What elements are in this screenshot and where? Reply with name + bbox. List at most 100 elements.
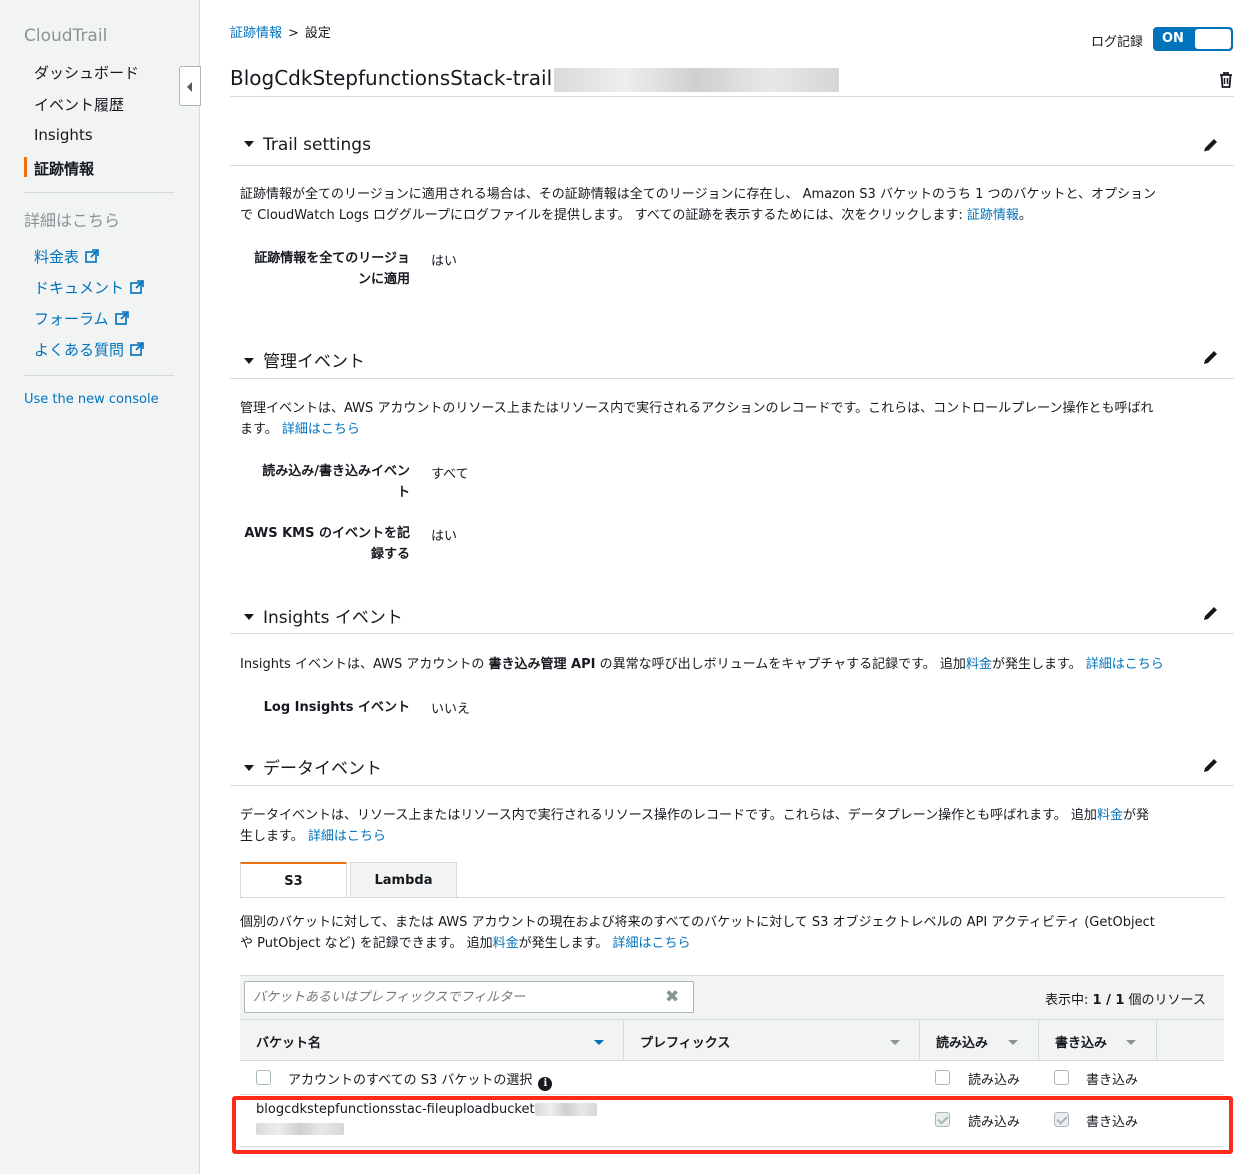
- tab-lambda[interactable]: Lambda: [350, 862, 457, 897]
- section-title: Insights イベント: [263, 608, 403, 628]
- key-text: 読み込み/書き込みイベン: [262, 464, 410, 479]
- sidebar-divider: [24, 375, 174, 376]
- column-header-prefix[interactable]: プレフィックス: [640, 1032, 730, 1051]
- section-management-header[interactable]: 管理イベント: [244, 347, 365, 372]
- section-insights-header[interactable]: Insights イベント: [244, 603, 403, 628]
- sidebar-item-dashboard[interactable]: ダッシュボード: [34, 62, 139, 83]
- key-text: AWS KMS のイベントを記: [244, 526, 410, 541]
- pricing-link[interactable]: 料金: [966, 657, 992, 672]
- data-events-description: データイベントは、リソース上またはリソース内で実行されるリソース操作のレコードで…: [240, 805, 1225, 847]
- sidebar-collapse-button[interactable]: [179, 66, 201, 106]
- showing-count: 表示中: 1 / 1 個のリソース: [1045, 989, 1206, 1008]
- section-divider: [230, 378, 1234, 379]
- sidebar-link-faq[interactable]: よくある質問: [34, 339, 144, 360]
- logging-toggle[interactable]: ON: [1153, 27, 1233, 51]
- sidebar-link-docs[interactable]: ドキュメント: [34, 277, 144, 298]
- select-all-buckets-checkbox[interactable]: [256, 1070, 271, 1085]
- sidebar-item-trails[interactable]: 証跡情報: [34, 158, 94, 179]
- section-divider: [230, 633, 1234, 634]
- column-header-read[interactable]: 読み込み: [936, 1032, 988, 1051]
- pricing-link[interactable]: 料金: [493, 936, 519, 951]
- sidebar-item-insights[interactable]: Insights: [34, 126, 93, 144]
- sidebar-link-label: ドキュメント: [34, 279, 125, 297]
- delete-trash-icon[interactable]: [1218, 71, 1234, 92]
- edit-pencil-icon[interactable]: [1202, 349, 1219, 370]
- column-separator: [919, 1019, 920, 1061]
- tab-divider: [240, 897, 1225, 898]
- row-divider: [240, 1094, 1224, 1095]
- desc-bold-text: 書き込み管理 API: [488, 657, 596, 672]
- external-link-icon: [130, 280, 144, 298]
- toggle-knob: [1195, 29, 1231, 49]
- active-indicator: [24, 157, 27, 177]
- external-link-icon: [114, 311, 129, 329]
- bucket-filter-input[interactable]: [251, 987, 651, 1007]
- caret-down-icon: [244, 358, 254, 364]
- desc-text: 個別のバケットに対して、または AWS アカウントの現在および将来のすべてのバケ…: [240, 915, 1155, 930]
- info-icon[interactable]: i: [538, 1077, 553, 1091]
- trails-link[interactable]: 証跡情報: [967, 208, 1019, 223]
- breadcrumb-trails-link[interactable]: 証跡情報: [230, 26, 282, 41]
- learn-more-link[interactable]: 詳細はこちら: [308, 829, 386, 844]
- column-header-bucket[interactable]: バケット名: [256, 1032, 321, 1051]
- select-all-label: アカウントのすべての S3 バケットの選択 i: [288, 1069, 553, 1091]
- key-text: 録する: [370, 547, 410, 562]
- select-all-write-checkbox[interactable]: [1054, 1070, 1069, 1085]
- section-divider: [230, 785, 1234, 786]
- management-description: 管理イベントは、AWS アカウントのリソース上またはリソース内で実行されるアクシ…: [240, 398, 1225, 440]
- section-data-events-header[interactable]: データイベント: [244, 754, 382, 779]
- sort-caret-icon[interactable]: [1008, 1040, 1018, 1045]
- use-new-console-link[interactable]: Use the new console: [24, 392, 159, 407]
- sidebar-link-forum[interactable]: フォーラム: [34, 308, 129, 329]
- column-separator: [1156, 1019, 1157, 1061]
- edit-pencil-icon[interactable]: [1202, 757, 1219, 778]
- column-separator: [1038, 1019, 1039, 1061]
- key-text: ト: [396, 485, 410, 500]
- showing-number: 1 / 1: [1092, 993, 1125, 1008]
- read-label: 読み込み: [968, 1073, 1021, 1088]
- edit-pencil-icon[interactable]: [1202, 605, 1219, 626]
- learn-more-link[interactable]: 詳細はこちら: [1086, 657, 1164, 672]
- section-title: データイベント: [263, 759, 382, 779]
- desc-text: 生します。: [240, 829, 308, 844]
- sidebar-brand[interactable]: CloudTrail: [24, 26, 107, 46]
- caret-down-icon: [244, 141, 254, 147]
- clear-filter-icon[interactable]: ✖: [665, 987, 679, 1007]
- read-write-events-key: 読み込み/書き込みイベン ト: [240, 461, 410, 503]
- learn-more-link[interactable]: 詳細はこちら: [612, 936, 690, 951]
- sidebar-link-label: よくある質問: [34, 341, 125, 359]
- desc-text: や PutObject など) を記録できます。 追加: [240, 936, 493, 951]
- sort-caret-icon[interactable]: [594, 1040, 604, 1045]
- desc-text: Insights イベントは、AWS アカウントの: [240, 657, 489, 672]
- learn-more-link[interactable]: 詳細はこちら: [282, 422, 360, 437]
- sidebar-link-label: フォーラム: [34, 310, 109, 328]
- key-text: ンに適用: [357, 272, 410, 287]
- column-header-write[interactable]: 書き込み: [1055, 1032, 1107, 1051]
- showing-text: 個のリソース: [1124, 993, 1206, 1008]
- sort-caret-icon[interactable]: [1126, 1040, 1136, 1045]
- s3-description: 個別のバケットに対して、または AWS アカウントの現在および将来のすべてのバケ…: [240, 912, 1225, 954]
- logging-toggle-state: ON: [1162, 31, 1184, 46]
- section-trail-settings-header[interactable]: Trail settings: [244, 135, 371, 155]
- edit-pencil-icon[interactable]: [1202, 137, 1219, 158]
- column-separator: [623, 1019, 624, 1061]
- trail-name: BlogCdkStepfunctionsStack-trail: [230, 66, 553, 90]
- sort-caret-icon[interactable]: [890, 1040, 900, 1045]
- bucket-filter[interactable]: ✖: [244, 981, 694, 1013]
- select-all-read-checkbox[interactable]: [935, 1070, 950, 1085]
- pricing-link[interactable]: 料金: [1097, 808, 1123, 823]
- trail-settings-description: 証跡情報が全てのリージョンに適用される場合は、その証跡情報は全てのリージョンに存…: [240, 184, 1225, 226]
- desc-text: が発: [1122, 808, 1149, 823]
- desc-text: 証跡情報が全てのリージョンに適用される場合は、その証跡情報は全てのリージョンに存…: [240, 187, 1156, 202]
- header-divider: [230, 96, 1234, 97]
- desc-text: が発生します。: [991, 657, 1086, 672]
- breadcrumb-separator: >: [288, 26, 299, 41]
- sidebar-link-pricing[interactable]: 料金表: [34, 246, 99, 267]
- sidebar: CloudTrail ダッシュボード イベント履歴 Insights 証跡情報 …: [0, 0, 200, 1174]
- log-insights-value: いいえ: [431, 702, 471, 717]
- desc-text: 。: [1018, 208, 1032, 223]
- section-title: Trail settings: [263, 135, 371, 155]
- sidebar-item-event-history[interactable]: イベント履歴: [34, 94, 124, 115]
- tab-s3[interactable]: S3: [240, 862, 347, 898]
- kms-events-value: はい: [431, 529, 458, 544]
